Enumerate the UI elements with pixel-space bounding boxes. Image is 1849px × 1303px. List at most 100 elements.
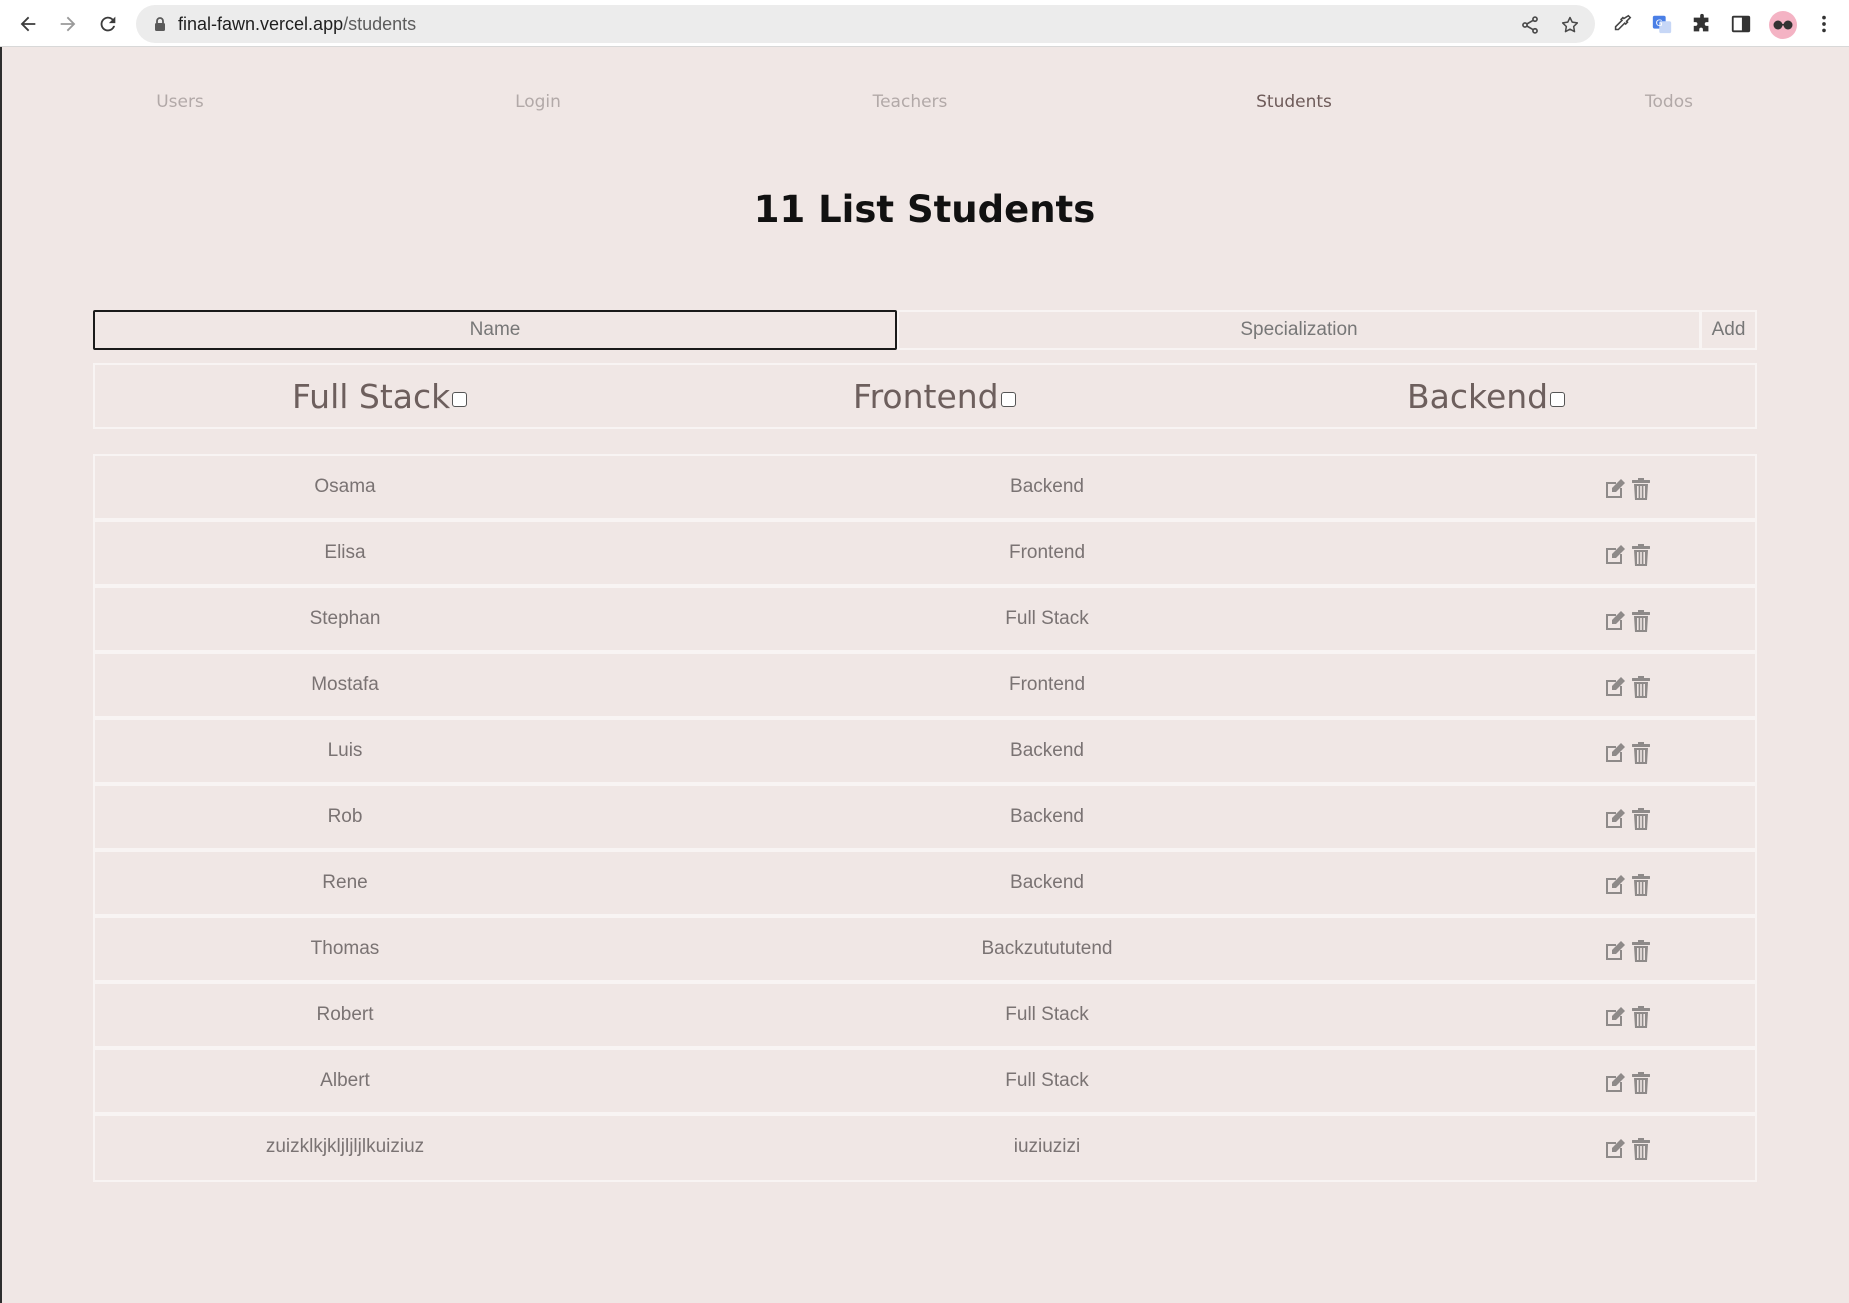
row-actions bbox=[1603, 740, 1653, 766]
student-name: Osama bbox=[314, 476, 376, 497]
browser-toolbar: final-fawn.vercel.app/students G bbox=[0, 0, 1849, 47]
student-specialization: iuziuzizi bbox=[1013, 1136, 1081, 1157]
student-name: Mostafa bbox=[311, 674, 379, 695]
reload-button[interactable] bbox=[91, 7, 125, 41]
trash-icon[interactable] bbox=[1629, 740, 1653, 766]
translate-extension-icon[interactable]: G bbox=[1650, 12, 1674, 36]
menu-kebab-icon[interactable] bbox=[1812, 12, 1836, 36]
edit-icon[interactable] bbox=[1603, 1136, 1627, 1162]
name-input[interactable] bbox=[93, 310, 897, 350]
student-specialization: Backend bbox=[1010, 872, 1084, 893]
edit-icon[interactable] bbox=[1603, 1070, 1627, 1096]
table-row: Stephan Full Stack bbox=[95, 588, 1755, 654]
student-name: zuizklkjkljljljlkuiziuz bbox=[265, 1136, 425, 1157]
extensions-puzzle-icon[interactable] bbox=[1690, 12, 1714, 36]
trash-icon[interactable] bbox=[1629, 608, 1653, 634]
forward-button[interactable] bbox=[51, 7, 85, 41]
share-icon[interactable] bbox=[1520, 15, 1540, 35]
trash-icon[interactable] bbox=[1629, 806, 1653, 832]
url-path: /students bbox=[343, 14, 417, 34]
side-panel-icon[interactable] bbox=[1729, 12, 1753, 36]
row-actions bbox=[1603, 608, 1653, 634]
nav-link-todos[interactable]: Todos bbox=[1569, 88, 1769, 116]
specialization-input[interactable] bbox=[897, 310, 1701, 350]
table-row: Luis Backend bbox=[95, 720, 1755, 786]
reload-icon bbox=[100, 16, 116, 32]
student-specialization: Backend bbox=[1010, 740, 1084, 761]
student-specialization: Full Stack bbox=[1005, 1070, 1089, 1091]
url-text: final-fawn.vercel.app/students bbox=[178, 5, 416, 43]
row-actions bbox=[1603, 872, 1653, 898]
profile-avatar[interactable] bbox=[1769, 11, 1797, 39]
student-name: Rene bbox=[322, 872, 368, 893]
eyedropper-extension-icon[interactable] bbox=[1610, 12, 1634, 36]
trash-icon[interactable] bbox=[1629, 1136, 1653, 1162]
table-row: Robert Full Stack bbox=[95, 984, 1755, 1050]
nav-link-login[interactable]: Login bbox=[438, 88, 638, 116]
nav-link-teachers[interactable]: Teachers bbox=[810, 88, 1010, 116]
arrow-right-icon bbox=[60, 16, 76, 32]
edit-icon[interactable] bbox=[1603, 476, 1627, 502]
student-specialization: Full Stack bbox=[1005, 1004, 1089, 1025]
trash-icon[interactable] bbox=[1629, 674, 1653, 700]
filter-backend[interactable]: Backend bbox=[1407, 365, 1566, 427]
student-specialization: Frontend bbox=[1008, 674, 1086, 695]
edit-icon[interactable] bbox=[1603, 872, 1627, 898]
trash-icon[interactable] bbox=[1629, 938, 1653, 964]
filter-frontend[interactable]: Frontend bbox=[853, 365, 1016, 427]
trash-icon[interactable] bbox=[1629, 542, 1653, 568]
nav-link-users[interactable]: Users bbox=[80, 88, 280, 116]
row-actions bbox=[1603, 542, 1653, 568]
trash-icon[interactable] bbox=[1629, 872, 1653, 898]
edit-icon[interactable] bbox=[1603, 806, 1627, 832]
svg-text:G: G bbox=[1656, 18, 1663, 29]
trash-icon[interactable] bbox=[1629, 476, 1653, 502]
student-specialization: Backend bbox=[1010, 476, 1084, 497]
star-icon[interactable] bbox=[1560, 15, 1580, 35]
add-student-form: Add bbox=[93, 310, 1757, 350]
student-specialization: Full Stack bbox=[1005, 608, 1089, 629]
filter-label: Backend bbox=[1407, 376, 1549, 416]
edit-icon[interactable] bbox=[1603, 542, 1627, 568]
filter-full-stack[interactable]: Full Stack bbox=[292, 365, 468, 427]
add-button[interactable]: Add bbox=[1700, 310, 1757, 350]
filter-label: Frontend bbox=[853, 376, 999, 416]
url-host: final-fawn.vercel.app bbox=[178, 14, 344, 34]
row-actions bbox=[1603, 938, 1653, 964]
student-name: Stephan bbox=[309, 608, 381, 629]
student-name: Albert bbox=[320, 1070, 370, 1091]
table-row: zuizklkjkljljljlkuiziuz iuziuzizi bbox=[95, 1116, 1755, 1180]
student-name: Thomas bbox=[310, 938, 380, 959]
edit-icon[interactable] bbox=[1603, 608, 1627, 634]
filter-checkbox[interactable] bbox=[1550, 391, 1566, 407]
glasses-icon bbox=[1773, 20, 1793, 30]
table-row: Osama Backend bbox=[95, 456, 1755, 522]
row-actions bbox=[1603, 476, 1653, 502]
student-specialization: Frontend bbox=[1008, 542, 1086, 563]
specialization-filters: Full Stack Frontend Backend bbox=[93, 363, 1757, 429]
edit-icon[interactable] bbox=[1603, 740, 1627, 766]
edit-icon[interactable] bbox=[1603, 1004, 1627, 1030]
table-row: Elisa Frontend bbox=[95, 522, 1755, 588]
trash-icon[interactable] bbox=[1629, 1070, 1653, 1096]
row-actions bbox=[1603, 1136, 1653, 1162]
edit-icon[interactable] bbox=[1603, 938, 1627, 964]
table-row: Albert Full Stack bbox=[95, 1050, 1755, 1116]
lock-icon bbox=[155, 17, 165, 31]
student-name: Luis bbox=[327, 740, 363, 761]
arrow-left-icon bbox=[20, 16, 36, 32]
filter-checkbox[interactable] bbox=[452, 391, 468, 407]
trash-icon[interactable] bbox=[1629, 1004, 1653, 1030]
row-actions bbox=[1603, 674, 1653, 700]
nav-link-students[interactable]: Students bbox=[1194, 88, 1394, 116]
edit-icon[interactable] bbox=[1603, 674, 1627, 700]
row-actions bbox=[1603, 1070, 1653, 1096]
filter-checkbox[interactable] bbox=[1000, 391, 1016, 407]
filter-label: Full Stack bbox=[292, 376, 451, 416]
address-bar[interactable]: final-fawn.vercel.app/students bbox=[136, 5, 1595, 43]
table-row: Rob Backend bbox=[95, 786, 1755, 852]
row-actions bbox=[1603, 806, 1653, 832]
table-row: Mostafa Frontend bbox=[95, 654, 1755, 720]
back-button[interactable] bbox=[11, 7, 45, 41]
student-name: Elisa bbox=[324, 542, 366, 563]
